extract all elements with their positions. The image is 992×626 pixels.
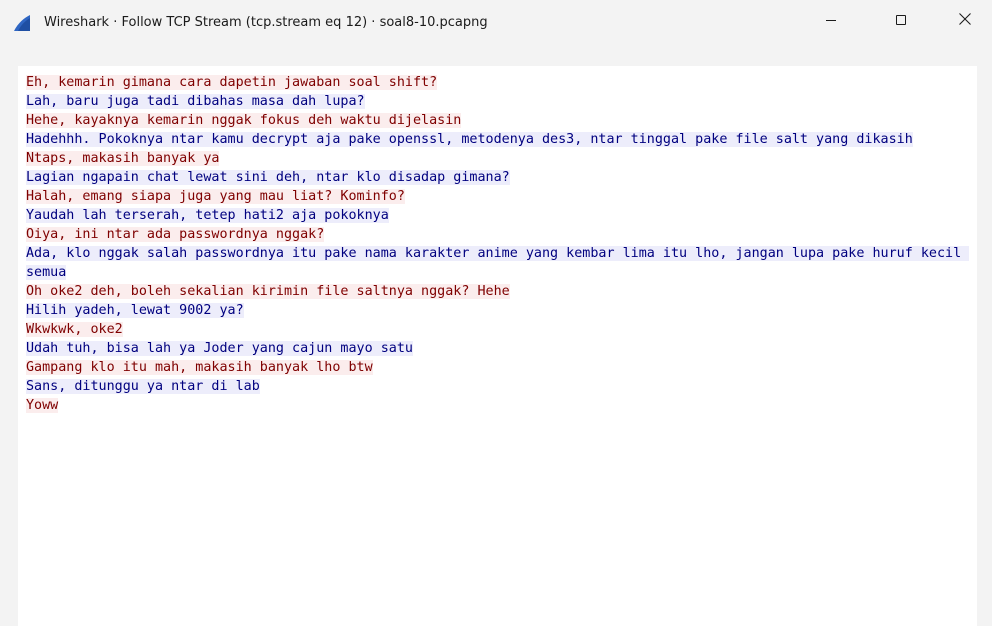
client-message: Hehe, kayaknya kemarin nggak fokus deh w… xyxy=(26,111,971,130)
message-text: Lah, baru juga tadi dibahas masa dah lup… xyxy=(26,94,365,109)
message-text: Hehe, kayaknya kemarin nggak fokus deh w… xyxy=(26,113,462,128)
close-button[interactable] xyxy=(942,0,988,40)
server-message: Hadehhh. Pokoknya ntar kamu decrypt aja … xyxy=(26,130,971,149)
minimize-icon xyxy=(825,11,837,30)
stream-text: Eh, kemarin gimana cara dapetin jawaban … xyxy=(26,73,971,415)
client-message: Yoww xyxy=(26,396,971,415)
server-message: Hilih yadeh, lewat 9002 ya? xyxy=(26,301,971,320)
message-text: Oiya, ini ntar ada passwordnya nggak? xyxy=(26,227,325,242)
message-text: Ada, klo nggak salah passwordnya itu pak… xyxy=(26,246,970,280)
message-text: Yaudah lah terserah, tetep hati2 aja pok… xyxy=(26,208,389,223)
follow-tcp-stream-window: Wireshark · Follow TCP Stream (tcp.strea… xyxy=(0,0,992,626)
message-text: Oh oke2 deh, boleh sekalian kirimin file… xyxy=(26,284,510,299)
server-message: Lagian ngapain chat lewat sini deh, ntar… xyxy=(26,168,971,187)
client-message: Eh, kemarin gimana cara dapetin jawaban … xyxy=(26,73,971,92)
client-message: Wkwkwk, oke2 xyxy=(26,320,971,339)
server-message: Lah, baru juga tadi dibahas masa dah lup… xyxy=(26,92,971,111)
server-message: Udah tuh, bisa lah ya Joder yang cajun m… xyxy=(26,339,971,358)
client-message: Ntaps, makasih banyak ya xyxy=(26,149,971,168)
message-text: Hilih yadeh, lewat 9002 ya? xyxy=(26,303,244,318)
message-text: Wkwkwk, oke2 xyxy=(26,322,123,337)
stream-content-area[interactable]: Eh, kemarin gimana cara dapetin jawaban … xyxy=(18,66,977,626)
message-text: Gampang klo itu mah, makasih banyak lho … xyxy=(26,360,373,375)
server-message: Ada, klo nggak salah passwordnya itu pak… xyxy=(26,244,971,282)
message-text: Udah tuh, bisa lah ya Joder yang cajun m… xyxy=(26,341,413,356)
client-message: Oiya, ini ntar ada passwordnya nggak? xyxy=(26,225,971,244)
message-text: Sans, ditunggu ya ntar di lab xyxy=(26,379,260,394)
maximize-icon xyxy=(895,11,907,30)
title-bar[interactable]: Wireshark · Follow TCP Stream (tcp.strea… xyxy=(0,0,992,48)
message-text: Eh, kemarin gimana cara dapetin jawaban … xyxy=(26,75,438,90)
client-message: Gampang klo itu mah, makasih banyak lho … xyxy=(26,358,971,377)
message-text: Lagian ngapain chat lewat sini deh, ntar… xyxy=(26,170,510,185)
wireshark-fin-icon xyxy=(12,13,32,33)
server-message: Sans, ditunggu ya ntar di lab xyxy=(26,377,971,396)
message-text: Yoww xyxy=(26,398,59,413)
client-message: Oh oke2 deh, boleh sekalian kirimin file… xyxy=(26,282,971,301)
server-message: Yaudah lah terserah, tetep hati2 aja pok… xyxy=(26,206,971,225)
minimize-button[interactable] xyxy=(808,0,854,40)
client-message: Halah, emang siapa juga yang mau liat? K… xyxy=(26,187,971,206)
maximize-button[interactable] xyxy=(878,0,924,40)
message-text: Ntaps, makasih banyak ya xyxy=(26,151,220,166)
message-text: Hadehhh. Pokoknya ntar kamu decrypt aja … xyxy=(26,132,913,147)
close-icon xyxy=(958,11,972,30)
message-text: Halah, emang siapa juga yang mau liat? K… xyxy=(26,189,405,204)
window-title: Wireshark · Follow TCP Stream (tcp.strea… xyxy=(44,15,488,30)
